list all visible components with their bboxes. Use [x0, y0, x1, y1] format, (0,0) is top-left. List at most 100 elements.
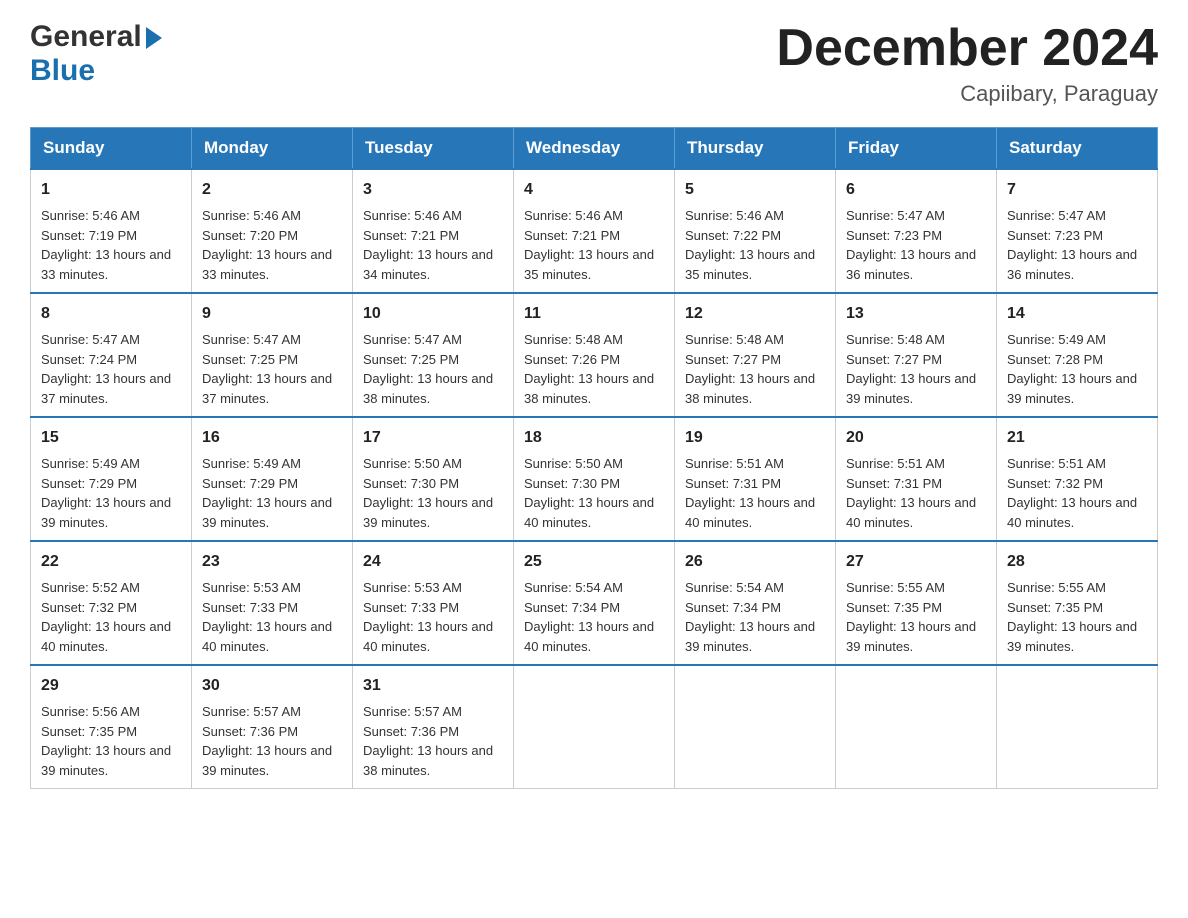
day-info: Sunrise: 5:49 AMSunset: 7:29 PMDaylight:…: [202, 456, 332, 530]
calendar-cell: 16 Sunrise: 5:49 AMSunset: 7:29 PMDayligh…: [192, 417, 353, 541]
calendar-cell: 26 Sunrise: 5:54 AMSunset: 7:34 PMDayligh…: [675, 541, 836, 665]
calendar-cell: 8 Sunrise: 5:47 AMSunset: 7:24 PMDaylight…: [31, 293, 192, 417]
calendar-header-saturday: Saturday: [997, 128, 1158, 170]
logo: General Blue: [30, 20, 162, 88]
day-info: Sunrise: 5:51 AMSunset: 7:31 PMDaylight:…: [685, 456, 815, 530]
day-info: Sunrise: 5:52 AMSunset: 7:32 PMDaylight:…: [41, 580, 171, 654]
calendar-week-row: 15 Sunrise: 5:49 AMSunset: 7:29 PMDayligh…: [31, 417, 1158, 541]
day-info: Sunrise: 5:48 AMSunset: 7:27 PMDaylight:…: [846, 332, 976, 406]
title-section: December 2024 Capiibary, Paraguay: [776, 20, 1158, 107]
logo-blue: Blue: [30, 54, 95, 88]
day-number: 13: [846, 302, 986, 326]
calendar-header-friday: Friday: [836, 128, 997, 170]
day-info: Sunrise: 5:46 AMSunset: 7:19 PMDaylight:…: [41, 208, 171, 282]
day-number: 29: [41, 674, 181, 698]
day-info: Sunrise: 5:49 AMSunset: 7:29 PMDaylight:…: [41, 456, 171, 530]
day-info: Sunrise: 5:55 AMSunset: 7:35 PMDaylight:…: [846, 580, 976, 654]
logo-arrow-shape: [146, 27, 162, 49]
calendar-cell: [675, 665, 836, 789]
day-info: Sunrise: 5:47 AMSunset: 7:25 PMDaylight:…: [363, 332, 493, 406]
calendar-cell: 18 Sunrise: 5:50 AMSunset: 7:30 PMDayligh…: [514, 417, 675, 541]
calendar-cell: [997, 665, 1158, 789]
page-header: General Blue December 2024 Capiibary, Pa…: [30, 20, 1158, 107]
calendar-cell: 2 Sunrise: 5:46 AMSunset: 7:20 PMDaylight…: [192, 169, 353, 293]
calendar-week-row: 1Sunrise: 5:46 AMSunset: 7:19 PMDaylight…: [31, 169, 1158, 293]
day-number: 25: [524, 550, 664, 574]
month-title: December 2024: [776, 20, 1158, 77]
day-info: Sunrise: 5:54 AMSunset: 7:34 PMDaylight:…: [524, 580, 654, 654]
day-number: 11: [524, 302, 664, 326]
day-number: 5: [685, 178, 825, 202]
day-info: Sunrise: 5:46 AMSunset: 7:22 PMDaylight:…: [685, 208, 815, 282]
calendar-cell: 17Sunrise: 5:50 AMSunset: 7:30 PMDayligh…: [353, 417, 514, 541]
day-number: 15: [41, 426, 181, 450]
calendar-cell: 29 Sunrise: 5:56 AMSunset: 7:35 PMDayligh…: [31, 665, 192, 789]
calendar-cell: 12 Sunrise: 5:48 AMSunset: 7:27 PMDayligh…: [675, 293, 836, 417]
day-info: Sunrise: 5:48 AMSunset: 7:26 PMDaylight:…: [524, 332, 654, 406]
day-info: Sunrise: 5:50 AMSunset: 7:30 PMDaylight:…: [363, 456, 493, 530]
location: Capiibary, Paraguay: [776, 81, 1158, 107]
calendar-header-monday: Monday: [192, 128, 353, 170]
calendar-cell: 11 Sunrise: 5:48 AMSunset: 7:26 PMDayligh…: [514, 293, 675, 417]
day-info: Sunrise: 5:56 AMSunset: 7:35 PMDaylight:…: [41, 704, 171, 778]
calendar-header-sunday: Sunday: [31, 128, 192, 170]
day-number: 3: [363, 178, 503, 202]
calendar-cell: 5 Sunrise: 5:46 AMSunset: 7:22 PMDaylight…: [675, 169, 836, 293]
calendar-cell: 28Sunrise: 5:55 AMSunset: 7:35 PMDayligh…: [997, 541, 1158, 665]
day-number: 8: [41, 302, 181, 326]
day-info: Sunrise: 5:46 AMSunset: 7:20 PMDaylight:…: [202, 208, 332, 282]
day-number: 16: [202, 426, 342, 450]
day-number: 24: [363, 550, 503, 574]
day-info: Sunrise: 5:47 AMSunset: 7:24 PMDaylight:…: [41, 332, 171, 406]
day-number: 31: [363, 674, 503, 698]
calendar-cell: 31 Sunrise: 5:57 AMSunset: 7:36 PMDayligh…: [353, 665, 514, 789]
day-info: Sunrise: 5:50 AMSunset: 7:30 PMDaylight:…: [524, 456, 654, 530]
day-number: 6: [846, 178, 986, 202]
calendar-header-wednesday: Wednesday: [514, 128, 675, 170]
calendar-cell: 6 Sunrise: 5:47 AMSunset: 7:23 PMDaylight…: [836, 169, 997, 293]
calendar-cell: 30Sunrise: 5:57 AMSunset: 7:36 PMDayligh…: [192, 665, 353, 789]
day-info: Sunrise: 5:55 AMSunset: 7:35 PMDaylight:…: [1007, 580, 1137, 654]
day-info: Sunrise: 5:47 AMSunset: 7:23 PMDaylight:…: [1007, 208, 1137, 282]
calendar-cell: 1Sunrise: 5:46 AMSunset: 7:19 PMDaylight…: [31, 169, 192, 293]
day-number: 10: [363, 302, 503, 326]
day-number: 26: [685, 550, 825, 574]
calendar-header-row: SundayMondayTuesdayWednesdayThursdayFrid…: [31, 128, 1158, 170]
day-number: 14: [1007, 302, 1147, 326]
logo-general: General: [30, 20, 142, 54]
day-number: 23: [202, 550, 342, 574]
calendar-cell: 4 Sunrise: 5:46 AMSunset: 7:21 PMDaylight…: [514, 169, 675, 293]
calendar-cell: 25 Sunrise: 5:54 AMSunset: 7:34 PMDayligh…: [514, 541, 675, 665]
day-info: Sunrise: 5:51 AMSunset: 7:32 PMDaylight:…: [1007, 456, 1137, 530]
day-number: 30: [202, 674, 342, 698]
day-number: 12: [685, 302, 825, 326]
day-number: 20: [846, 426, 986, 450]
calendar-cell: 3Sunrise: 5:46 AMSunset: 7:21 PMDaylight…: [353, 169, 514, 293]
calendar-cell: [514, 665, 675, 789]
calendar-header-thursday: Thursday: [675, 128, 836, 170]
day-number: 22: [41, 550, 181, 574]
calendar-cell: 20Sunrise: 5:51 AMSunset: 7:31 PMDayligh…: [836, 417, 997, 541]
day-info: Sunrise: 5:54 AMSunset: 7:34 PMDaylight:…: [685, 580, 815, 654]
day-number: 7: [1007, 178, 1147, 202]
day-info: Sunrise: 5:57 AMSunset: 7:36 PMDaylight:…: [363, 704, 493, 778]
day-info: Sunrise: 5:47 AMSunset: 7:25 PMDaylight:…: [202, 332, 332, 406]
day-info: Sunrise: 5:49 AMSunset: 7:28 PMDaylight:…: [1007, 332, 1137, 406]
calendar-week-row: 22 Sunrise: 5:52 AMSunset: 7:32 PMDayligh…: [31, 541, 1158, 665]
calendar-cell: [836, 665, 997, 789]
day-number: 2: [202, 178, 342, 202]
calendar-table: SundayMondayTuesdayWednesdayThursdayFrid…: [30, 127, 1158, 789]
calendar-cell: 24Sunrise: 5:53 AMSunset: 7:33 PMDayligh…: [353, 541, 514, 665]
calendar-cell: 13 Sunrise: 5:48 AMSunset: 7:27 PMDayligh…: [836, 293, 997, 417]
day-info: Sunrise: 5:48 AMSunset: 7:27 PMDaylight:…: [685, 332, 815, 406]
calendar-header-tuesday: Tuesday: [353, 128, 514, 170]
calendar-cell: 21Sunrise: 5:51 AMSunset: 7:32 PMDayligh…: [997, 417, 1158, 541]
day-info: Sunrise: 5:46 AMSunset: 7:21 PMDaylight:…: [524, 208, 654, 282]
day-info: Sunrise: 5:47 AMSunset: 7:23 PMDaylight:…: [846, 208, 976, 282]
calendar-cell: 23Sunrise: 5:53 AMSunset: 7:33 PMDayligh…: [192, 541, 353, 665]
calendar-cell: 10 Sunrise: 5:47 AMSunset: 7:25 PMDayligh…: [353, 293, 514, 417]
day-number: 4: [524, 178, 664, 202]
day-number: 18: [524, 426, 664, 450]
day-number: 19: [685, 426, 825, 450]
calendar-cell: 7 Sunrise: 5:47 AMSunset: 7:23 PMDaylight…: [997, 169, 1158, 293]
